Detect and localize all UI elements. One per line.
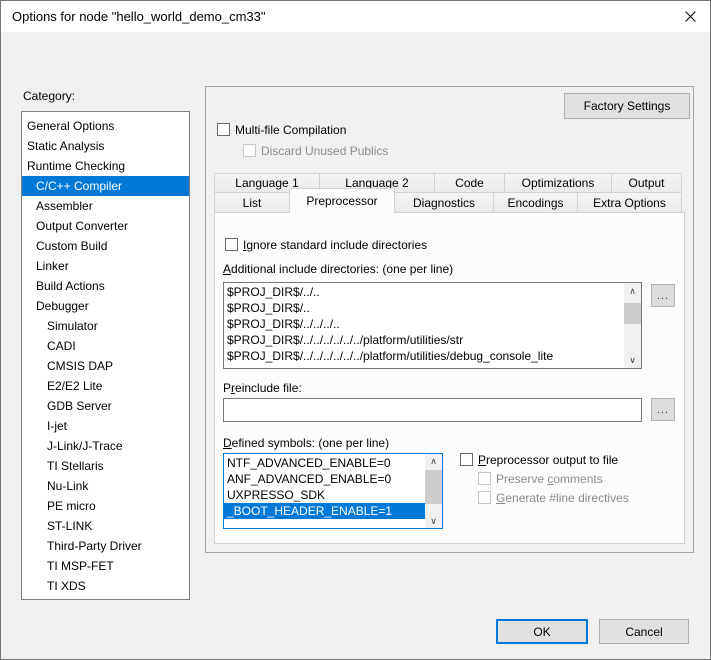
- tab[interactable]: Code: [434, 173, 505, 193]
- options-dialog: Options for node "hello_world_demo_cm33"…: [0, 0, 711, 660]
- category-item[interactable]: TI XDS: [22, 576, 189, 596]
- defined-symbol-line[interactable]: ANF_ADVANCED_ENABLE=0: [224, 471, 425, 487]
- include-directory-line[interactable]: $PROJ_DIR$/..: [227, 300, 623, 316]
- category-item[interactable]: TI MSP-FET: [22, 556, 189, 576]
- category-item[interactable]: Nu-Link: [22, 476, 189, 496]
- preinclude-file-label: Preinclude file:: [223, 381, 302, 395]
- category-list[interactable]: General Options Static Analysis Runtime …: [21, 111, 190, 600]
- defined-symbols-lines: NTF_ADVANCED_ENABLE=0 ANF_ADVANCED_ENABL…: [224, 455, 425, 519]
- include-list-scrollbar[interactable]: ∧ ∨: [624, 283, 641, 368]
- cancel-button[interactable]: Cancel: [599, 619, 689, 644]
- defined-symbol-line[interactable]: UXPRESSO_SDK: [224, 487, 425, 503]
- discard-unused-publics-label: Discard Unused Publics: [261, 144, 388, 158]
- category-item[interactable]: Build Actions: [22, 276, 189, 296]
- scroll-up-icon[interactable]: ∧: [425, 454, 442, 468]
- include-directory-line[interactable]: $PROJ_DIR$/../../../..: [227, 316, 623, 332]
- scroll-down-icon[interactable]: ∨: [425, 514, 442, 528]
- browse-include-directories-button[interactable]: ...: [651, 284, 675, 307]
- category-item[interactable]: Simulator: [22, 316, 189, 336]
- category-item[interactable]: PE micro: [22, 496, 189, 516]
- category-item[interactable]: Output Converter: [22, 216, 189, 236]
- dialog-title: Options for node "hello_world_demo_cm33": [12, 1, 266, 32]
- include-directories-list[interactable]: $PROJ_DIR$/../.. $PROJ_DIR$/.. $PROJ_DIR…: [223, 282, 642, 369]
- symbols-list-scrollbar[interactable]: ∧ ∨: [425, 454, 442, 528]
- tab[interactable]: Output: [611, 173, 682, 193]
- factory-settings-button[interactable]: Factory Settings: [564, 93, 690, 119]
- tab[interactable]: Extra Options: [577, 192, 682, 213]
- defined-symbols-list[interactable]: NTF_ADVANCED_ENABLE=0 ANF_ADVANCED_ENABL…: [223, 453, 443, 529]
- scroll-up-icon[interactable]: ∧: [624, 283, 641, 299]
- category-item[interactable]: J-Link/J-Trace: [22, 436, 189, 456]
- tab-row-1: Language 1 Language 2 Code Optimizations…: [214, 173, 681, 193]
- category-item[interactable]: Linker: [22, 256, 189, 276]
- tab-row-2: List Preprocessor Diagnostics Encodings …: [214, 192, 681, 213]
- include-directory-line[interactable]: $PROJ_DIR$/../../../../../../platform/ut…: [227, 348, 623, 364]
- tab[interactable]: Diagnostics: [394, 192, 494, 213]
- tab[interactable]: Preprocessor: [289, 188, 395, 213]
- category-item[interactable]: Debugger: [22, 296, 189, 316]
- checkbox-icon: [460, 453, 473, 466]
- additional-include-directories-label: Additional include directories: (one per…: [223, 262, 453, 276]
- tab[interactable]: Optimizations: [504, 173, 612, 193]
- include-directory-line[interactable]: $PROJ_DIR$/../..: [227, 284, 623, 300]
- checkbox-icon: [225, 238, 238, 251]
- category-item[interactable]: General Options: [22, 116, 189, 136]
- defined-symbol-line[interactable]: _BOOT_HEADER_ENABLE=1: [224, 503, 425, 519]
- ok-button[interactable]: OK: [496, 619, 588, 644]
- preprocessor-output-checkbox[interactable]: Preprocessor output to file: [460, 452, 618, 467]
- preprocessor-output-label: Preprocessor output to file: [478, 453, 618, 467]
- category-item[interactable]: Third-Party Driver: [22, 536, 189, 556]
- include-directories-lines: $PROJ_DIR$/../.. $PROJ_DIR$/.. $PROJ_DIR…: [227, 284, 623, 364]
- generate-line-directives-label: Generate #line directives: [496, 491, 629, 505]
- checkbox-icon: [478, 472, 491, 485]
- preserve-comments-label: Preserve comments: [496, 472, 603, 486]
- checkbox-icon: [217, 123, 230, 136]
- defined-symbol-line[interactable]: NTF_ADVANCED_ENABLE=0: [224, 455, 425, 471]
- scroll-down-icon[interactable]: ∨: [624, 352, 641, 368]
- ignore-standard-include-checkbox[interactable]: Ignore standard include directories: [225, 237, 427, 252]
- category-item[interactable]: ST-LINK: [22, 516, 189, 536]
- category-item[interactable]: Assembler: [22, 196, 189, 216]
- category-item[interactable]: GDB Server: [22, 396, 189, 416]
- tab[interactable]: Encodings: [493, 192, 578, 213]
- category-item[interactable]: Runtime Checking: [22, 156, 189, 176]
- category-item[interactable]: TI Stellaris: [22, 456, 189, 476]
- title-bar: Options for node "hello_world_demo_cm33": [1, 1, 710, 32]
- category-label: Category:: [23, 89, 75, 103]
- category-item[interactable]: Static Analysis: [22, 136, 189, 156]
- browse-preinclude-file-button[interactable]: ...: [651, 398, 675, 421]
- category-item[interactable]: Custom Build: [22, 236, 189, 256]
- checkbox-icon: [243, 144, 256, 157]
- category-item[interactable]: E2/E2 Lite: [22, 376, 189, 396]
- checkbox-icon: [478, 491, 491, 504]
- close-icon: [685, 11, 696, 22]
- category-item[interactable]: CADI: [22, 336, 189, 356]
- ignore-standard-include-label: Ignore standard include directories: [243, 238, 427, 252]
- generate-line-directives-checkbox: Generate #line directives: [478, 490, 629, 505]
- category-item[interactable]: C/C++ Compiler: [22, 176, 189, 196]
- discard-unused-publics-checkbox: Discard Unused Publics: [243, 143, 388, 158]
- tab[interactable]: List: [214, 192, 290, 213]
- category-item[interactable]: I-jet: [22, 416, 189, 436]
- defined-symbols-label: Defined symbols: (one per line): [223, 436, 389, 450]
- multi-file-compilation-label: Multi-file Compilation: [235, 123, 346, 137]
- scroll-thumb[interactable]: [624, 303, 641, 324]
- include-directory-line[interactable]: $PROJ_DIR$/../../../../../../platform/ut…: [227, 332, 623, 348]
- multi-file-compilation-checkbox[interactable]: Multi-file Compilation: [217, 122, 346, 137]
- scroll-thumb[interactable]: [425, 470, 442, 504]
- preserve-comments-checkbox: Preserve comments: [478, 471, 603, 486]
- preinclude-file-input[interactable]: [223, 398, 642, 422]
- category-item[interactable]: CMSIS DAP: [22, 356, 189, 376]
- close-button[interactable]: [670, 1, 710, 32]
